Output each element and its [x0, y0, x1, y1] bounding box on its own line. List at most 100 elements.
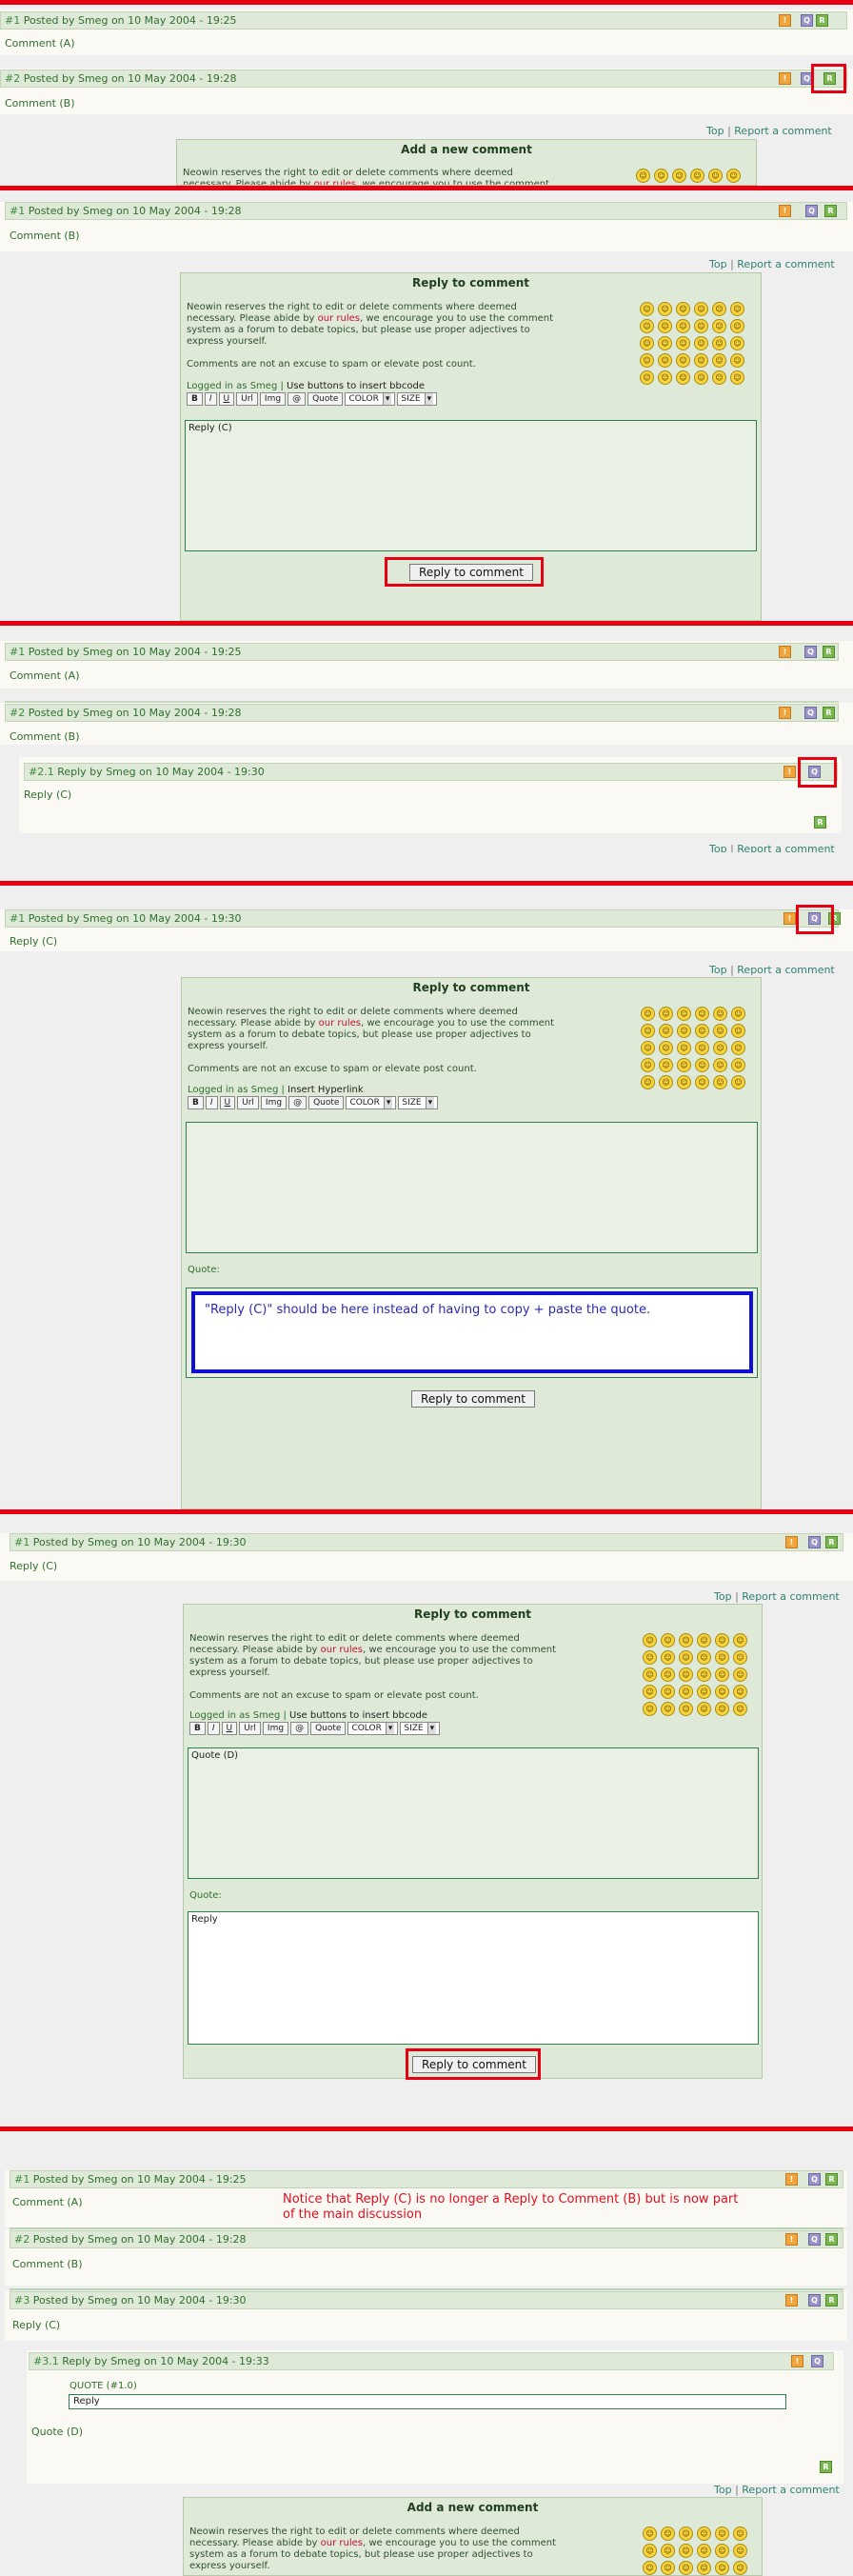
- reply-icon[interactable]: R: [816, 14, 828, 27]
- smiley-icon[interactable]: ☺: [731, 1007, 745, 1021]
- smiley-icon[interactable]: ☺: [694, 353, 708, 368]
- quote-icon[interactable]: Q: [808, 2173, 821, 2186]
- smiley-icon[interactable]: ☺: [643, 1685, 657, 1699]
- report-icon[interactable]: !: [779, 14, 791, 27]
- smiley-icon[interactable]: ☺: [733, 2544, 747, 2558]
- quote-icon[interactable]: Q: [811, 2355, 823, 2367]
- smiley-icon[interactable]: ☺: [715, 1702, 729, 1716]
- reply-icon[interactable]: R: [824, 205, 837, 217]
- img-button[interactable]: Img: [259, 392, 287, 406]
- smiley-icon[interactable]: ☺: [715, 1667, 729, 1682]
- comment-textarea[interactable]: [186, 1122, 758, 1253]
- smiley-icon[interactable]: ☺: [715, 1650, 729, 1665]
- reply-icon[interactable]: R: [825, 2294, 838, 2306]
- comment-textarea[interactable]: Quote (D): [188, 1747, 759, 1879]
- smiley-icon[interactable]: ☺: [658, 353, 672, 368]
- smiley-icon[interactable]: ☺: [661, 2544, 675, 2558]
- smiley-icon[interactable]: ☺: [679, 1633, 693, 1647]
- bold-button[interactable]: B: [187, 392, 203, 406]
- quote-icon[interactable]: Q: [801, 14, 813, 27]
- report-comment-link[interactable]: Report a comment: [742, 1590, 839, 1603]
- quote-button[interactable]: Quote: [307, 392, 344, 406]
- email-button[interactable]: @: [290, 1722, 309, 1735]
- smiley-icon[interactable]: ☺: [658, 319, 672, 333]
- color-select[interactable]: COLOR ▾: [346, 1096, 397, 1109]
- smiley-icon[interactable]: ☺: [661, 1685, 675, 1699]
- smiley-icon[interactable]: ☺: [733, 2561, 747, 2575]
- bold-button[interactable]: B: [189, 1722, 206, 1735]
- italic-button[interactable]: I: [205, 1096, 218, 1109]
- reply-icon[interactable]: R: [820, 2461, 832, 2473]
- comment-number-link[interactable]: #1: [14, 2173, 30, 2186]
- reply-icon[interactable]: R: [825, 1536, 838, 1548]
- smiley-icon[interactable]: ☺: [712, 302, 726, 316]
- report-icon[interactable]: !: [791, 2355, 803, 2367]
- smiley-icon[interactable]: ☺: [697, 1685, 711, 1699]
- url-button[interactable]: Url: [239, 1722, 261, 1735]
- report-icon[interactable]: !: [785, 2173, 798, 2186]
- smiley-icon[interactable]: ☺: [640, 353, 654, 368]
- quote-button[interactable]: Quote: [308, 1096, 345, 1109]
- smiley-icon[interactable]: ☺: [643, 1702, 657, 1716]
- img-button[interactable]: Img: [260, 1096, 288, 1109]
- rules-link[interactable]: our rules: [321, 1645, 363, 1655]
- reply-icon[interactable]: R: [823, 707, 835, 719]
- smiley-icon[interactable]: ☺: [677, 1058, 691, 1072]
- smiley-icon[interactable]: ☺: [697, 1702, 711, 1716]
- top-link[interactable]: Top: [714, 2484, 732, 2496]
- smiley-icon[interactable]: ☺: [694, 370, 708, 385]
- smiley-icon[interactable]: ☺: [733, 1667, 747, 1682]
- size-select[interactable]: SIZE ▾: [400, 1722, 441, 1735]
- reply-submit-button[interactable]: Reply to comment: [411, 1390, 535, 1408]
- smiley-icon[interactable]: ☺: [697, 1633, 711, 1647]
- smiley-icon[interactable]: ☺: [661, 1667, 675, 1682]
- quote-icon[interactable]: Q: [808, 1536, 821, 1548]
- smiley-icon[interactable]: ☺: [677, 1075, 691, 1089]
- smiley-icon[interactable]: ☺: [641, 1075, 655, 1089]
- smiley-icon[interactable]: ☺: [733, 1685, 747, 1699]
- reply-icon[interactable]: R: [823, 646, 835, 658]
- comment-number-link[interactable]: #2.1: [29, 766, 54, 778]
- smiley-icon[interactable]: ☺: [733, 1650, 747, 1665]
- smiley-icon[interactable]: ☺: [726, 169, 741, 183]
- smiley-icon[interactable]: ☺: [677, 1007, 691, 1021]
- smiley-icon[interactable]: ☺: [643, 2526, 657, 2541]
- size-select[interactable]: SIZE ▾: [397, 392, 438, 406]
- smiley-icon[interactable]: ☺: [641, 1007, 655, 1021]
- smiley-icon[interactable]: ☺: [676, 370, 690, 385]
- rules-link[interactable]: our rules: [314, 179, 356, 185]
- reply-icon[interactable]: R: [825, 2233, 838, 2246]
- smiley-icon[interactable]: ☺: [694, 302, 708, 316]
- smiley-icon[interactable]: ☺: [733, 2526, 747, 2541]
- smiley-icon[interactable]: ☺: [661, 1650, 675, 1665]
- smiley-icon[interactable]: ☺: [697, 1650, 711, 1665]
- url-button[interactable]: Url: [236, 392, 258, 406]
- report-comment-link[interactable]: Report a comment: [742, 2484, 839, 2496]
- reply-icon[interactable]: R: [825, 2173, 838, 2186]
- comment-number-link[interactable]: #1: [5, 14, 20, 27]
- comment-number-link[interactable]: #2: [5, 72, 20, 85]
- smiley-icon[interactable]: ☺: [643, 1650, 657, 1665]
- smiley-icon[interactable]: ☺: [713, 1024, 727, 1038]
- smiley-icon[interactable]: ☺: [731, 1058, 745, 1072]
- comment-number-link[interactable]: #2: [14, 2233, 30, 2246]
- rules-link[interactable]: our rules: [318, 313, 360, 324]
- img-button[interactable]: Img: [262, 1722, 289, 1735]
- smiley-icon[interactable]: ☺: [659, 1024, 673, 1038]
- smiley-icon[interactable]: ☺: [695, 1024, 709, 1038]
- smiley-icon[interactable]: ☺: [654, 169, 668, 183]
- smiley-icon[interactable]: ☺: [733, 1633, 747, 1647]
- reply-icon[interactable]: R: [814, 816, 826, 829]
- report-comment-link[interactable]: Report a comment: [737, 964, 834, 976]
- smiley-icon[interactable]: ☺: [695, 1075, 709, 1089]
- smiley-icon[interactable]: ☺: [676, 353, 690, 368]
- smiley-icon[interactable]: ☺: [676, 302, 690, 316]
- smiley-icon[interactable]: ☺: [640, 336, 654, 350]
- smiley-icon[interactable]: ☺: [715, 2561, 729, 2575]
- size-select[interactable]: SIZE ▾: [398, 1096, 439, 1109]
- report-icon[interactable]: !: [785, 2233, 798, 2246]
- report-icon[interactable]: !: [785, 2294, 798, 2306]
- smiley-icon[interactable]: ☺: [715, 2526, 729, 2541]
- top-link[interactable]: Top: [709, 258, 727, 270]
- report-icon[interactable]: !: [779, 707, 791, 719]
